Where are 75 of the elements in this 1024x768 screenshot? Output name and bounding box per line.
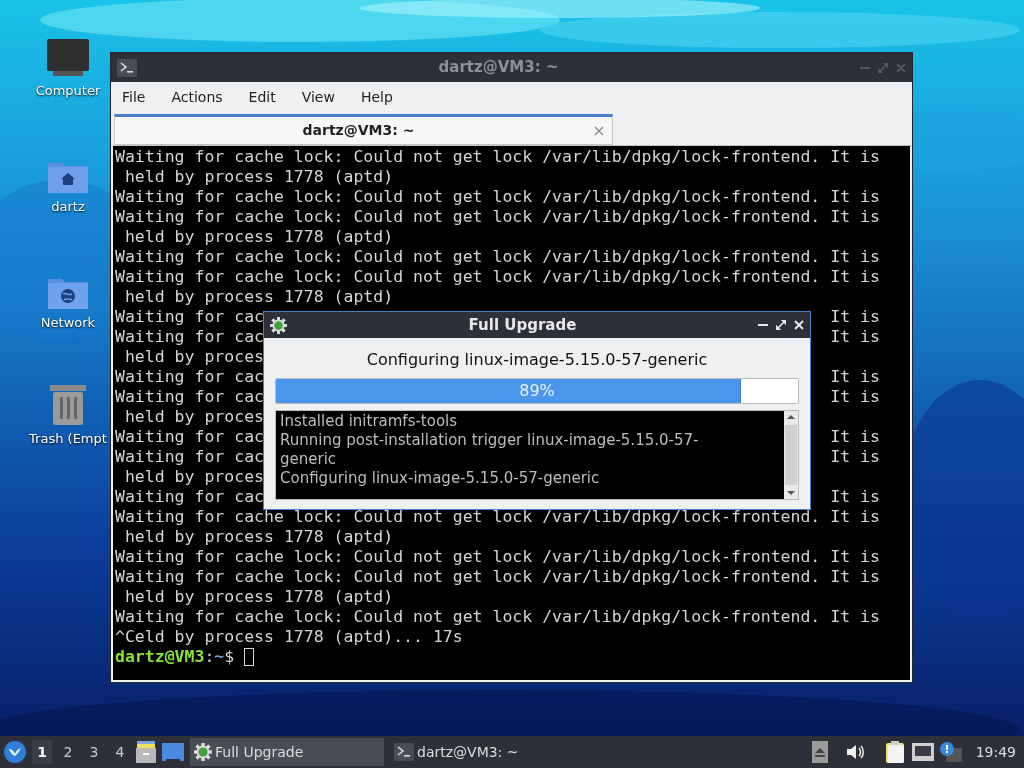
clock[interactable]: 19:49 xyxy=(975,741,1016,763)
terminal-line: Waiting for cac xyxy=(115,387,264,406)
status-text: Configuring linux-image-5.15.0-57-generic xyxy=(365,349,709,371)
terminal-line: It is xyxy=(830,307,880,326)
clipboard-icon[interactable] xyxy=(885,741,906,763)
menu-item[interactable]: File xyxy=(122,86,146,108)
terminal-line: Waiting for cache lock: Could not get lock /var/lib/dpkg/lock-frontend. It is xyxy=(115,567,880,586)
terminal-line: Waiting for cache lock: Could not get lock /var/lib/dpkg/lock-frontend. It is xyxy=(115,267,880,286)
terminal-line: held by process 1778 (aptd) xyxy=(123,287,394,306)
terminal-line: held by proces xyxy=(123,467,264,486)
task-button[interactable]: Full Upgrade xyxy=(190,738,384,766)
menu-item[interactable]: View xyxy=(301,86,335,108)
terminal-line: Waiting for cache lock: Could not get lock /var/lib/dpkg/lock-frontend. It is xyxy=(115,207,880,226)
terminal-line: Waiting for cache lock: Could not get lock /var/lib/dpkg/lock-frontend. It is xyxy=(115,507,880,526)
speaker-icon[interactable] xyxy=(845,743,866,761)
scrollbar[interactable] xyxy=(784,411,798,499)
log-line: generic xyxy=(280,450,338,469)
prompt-user: dartz@VM3 xyxy=(115,647,205,667)
log-line: Configuring linux-image-5.15.0-57-generic xyxy=(280,469,601,488)
terminal-line: held by process 1778 (aptd) xyxy=(123,587,394,606)
gear-icon xyxy=(270,316,287,334)
prompt-path: ~ xyxy=(214,647,225,667)
terminal-line: Waiting for cac xyxy=(115,307,264,326)
terminal-line: Waiting for cache lock: Could not get lock /var/lib/dpkg/lock-frontend. It is xyxy=(115,547,880,566)
terminal-line: Waiting for cac xyxy=(115,327,264,346)
desktop-icon-label[interactable]: Network xyxy=(40,312,96,332)
window-title: dartz@VM3: ~ xyxy=(437,57,560,79)
workspace-button[interactable]: 2 xyxy=(58,740,78,764)
terminal-line: It is xyxy=(830,367,880,386)
terminal-line: held by process 1778 (aptd) xyxy=(123,167,394,186)
terminal-line: held by process 1778 (aptd) xyxy=(123,527,394,546)
tab[interactable]: dartz@VM3: ~ xyxy=(114,114,613,145)
terminal-line: held by proces xyxy=(123,407,264,426)
terminal-line: held by proces xyxy=(123,347,264,366)
file-cabinet-icon[interactable] xyxy=(136,741,156,763)
terminal-line: It is xyxy=(830,387,880,406)
eject-icon[interactable] xyxy=(811,741,828,763)
desktop-icon-label[interactable]: Trash (Empt xyxy=(29,428,107,448)
log-line: Running post-installation trigger linux-image-5.15.0-57- xyxy=(280,431,700,450)
workspace-button[interactable]: 3 xyxy=(84,740,104,764)
task-button[interactable]: dartz@VM3: ~ xyxy=(390,738,584,766)
desktop-icon[interactable] xyxy=(162,743,184,761)
trash-icon xyxy=(50,384,86,425)
terminal-icon xyxy=(117,58,137,77)
terminal-icon xyxy=(394,743,414,761)
terminal-line: held by process 1778 (aptd) xyxy=(123,227,394,246)
gear-icon xyxy=(194,743,212,761)
menu-item[interactable]: Help xyxy=(360,86,393,108)
dialog-title: Full Upgrade xyxy=(467,314,578,336)
terminal-line: Waiting for cache lock: Could not get lock /var/lib/dpkg/lock-frontend. It is xyxy=(115,147,880,166)
workspace-button[interactable]: 4 xyxy=(110,740,130,764)
log-line: Installed initramfs-tools xyxy=(280,412,459,431)
desktop-icon-label[interactable]: dartz xyxy=(51,196,85,216)
terminal-line: It is xyxy=(830,487,880,506)
terminal-line: Waiting for cache lock: Could not get lock /var/lib/dpkg/lock-frontend. It is xyxy=(115,187,880,206)
update-alert-icon[interactable] xyxy=(939,742,962,762)
menu-item[interactable]: Edit xyxy=(248,86,276,108)
terminal-line: It is xyxy=(830,447,880,466)
terminal-line: Waiting for cache lock: Could not get lock /var/lib/dpkg/lock-frontend. It is xyxy=(115,247,880,266)
workspace-button[interactable]: 1 xyxy=(32,740,52,764)
terminal-line: Waiting for cac xyxy=(115,367,264,386)
terminal-line: It is xyxy=(830,327,880,346)
progress-label: 89% xyxy=(518,380,556,402)
terminal-cursor xyxy=(244,648,255,666)
network-icon[interactable] xyxy=(911,743,934,761)
terminal-line: ^Celd by process 1778 (aptd)... 17s xyxy=(115,627,463,646)
terminal-line: It is xyxy=(830,427,880,446)
terminal-line: Waiting for cac xyxy=(115,427,264,446)
menu-item[interactable]: Actions xyxy=(171,86,223,108)
terminal-line: Waiting for cache lock: Could not get lock /var/lib/dpkg/lock-frontend. It is xyxy=(115,607,880,626)
prompt-symbol: $ xyxy=(224,647,235,667)
terminal-line: Waiting for cac xyxy=(115,447,264,466)
prompt-separator: : xyxy=(204,647,215,667)
monitor-icon xyxy=(47,38,89,77)
terminal-line: Waiting for cac xyxy=(115,487,264,506)
